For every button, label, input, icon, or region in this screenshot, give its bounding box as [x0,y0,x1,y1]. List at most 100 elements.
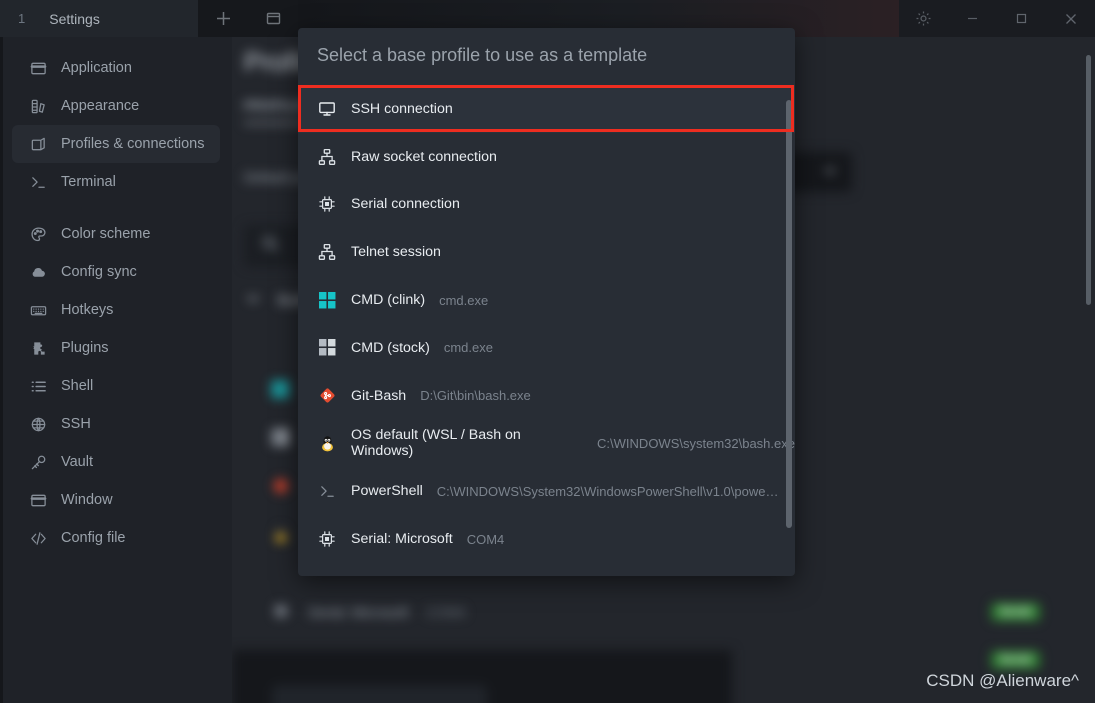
network-icon [317,243,337,261]
sidebar-item-label: Terminal [61,174,116,190]
globe-icon [30,416,47,433]
palette-icon [30,226,47,243]
sidebar-item-hotkeys[interactable]: Hotkeys [12,291,220,329]
option-desc: D:\Git\bin\bash.exe [420,388,531,403]
base-profile-option[interactable]: SSH connection [298,85,795,133]
window-controls [899,0,1095,37]
base-profile-option[interactable]: Serial: Microsoft COM4 [298,515,795,563]
keyboard-icon [30,302,47,319]
base-profile-option[interactable]: Serial connection [298,181,795,229]
sidebar-item-label: SSH [61,416,91,432]
option-desc: C:\WINDOWS\system32\bash.exe [597,436,795,451]
cloud-icon [30,264,47,281]
option-label: OS default (WSL / Bash on Windows) [351,427,583,459]
tux-icon [272,525,290,546]
sidebar-item-config-sync[interactable]: Config sync [12,253,220,291]
sidebar-item-shell[interactable]: Shell [12,367,220,405]
puzzle-icon [30,340,47,357]
option-label: Raw socket connection [351,149,497,165]
option-desc: COM4 [467,532,505,547]
sidebar-item-label: Config sync [61,264,137,280]
sidebar-item-label: Appearance [61,98,139,114]
sidebar-item-terminal[interactable]: Terminal [12,163,220,201]
palette-edit-icon [30,98,47,115]
option-label: Git-Bash [351,388,406,404]
tab-settings[interactable]: 1 Settings [0,0,198,37]
base-profile-list: SSH connection Raw socket connection Seria… [298,85,795,563]
sidebar-item-label: Color scheme [61,226,150,242]
base-profile-option[interactable]: CMD (stock)cmd.exe [298,324,795,372]
bottom-field[interactable] [272,685,487,703]
sidebar-divider [0,201,232,215]
sidebar-item-label: Plugins [61,340,109,356]
tab-index: 1 [18,11,25,26]
watermark: CSDN @Alienware^ [926,671,1079,691]
sidebar-item-appearance[interactable]: Appearance [12,87,220,125]
base-profile-option[interactable]: CMD (clink)cmd.exe [298,276,795,324]
app-window: Profiles PROFILES GROUPS Default profile… [0,0,1095,703]
option-label: SSH connection [351,101,453,117]
sidebar-item-vault[interactable]: Vault [12,443,220,481]
profile-name: Serial: Microsoft [308,604,408,620]
main-scrollbar[interactable] [1086,55,1091,305]
sidebar-item-label: Config file [61,530,125,546]
sidebar-item-label: Window [61,492,113,508]
sidebar-item-window[interactable]: Window [12,481,220,519]
table-row[interactable]: Serial: Microsoft COM4 Serial [272,588,1062,636]
monitor-icon [317,100,337,118]
sidebar-item-label: Shell [61,378,93,394]
sidebar-item-ssh[interactable]: SSH [12,405,220,443]
code-icon [30,530,47,547]
option-desc: cmd.exe [439,293,488,308]
base-profile-option[interactable]: Raw socket connection [298,133,795,181]
base-profile-option[interactable]: Git-Bash D:\Git\bin\bash.exe [298,372,795,420]
close-button[interactable] [1046,0,1095,37]
prompt-icon [317,483,337,500]
option-label: Serial: Microsoft [351,531,453,547]
chip-icon [317,530,337,548]
minimize-button[interactable] [948,0,997,37]
prompt-icon [30,174,47,191]
windows-gray-icon [317,339,337,356]
base-profile-option[interactable]: Telnet session [298,228,795,276]
sidebar-item-label: Profiles & connections [61,136,204,152]
settings-gear-button[interactable] [899,0,948,37]
key-icon [30,454,47,471]
sidebar-item-plugins[interactable]: Plugins [12,329,220,367]
option-desc: cmd.exe [444,340,493,355]
base-profile-option[interactable]: OS default (WSL / Bash on Windows) C:\WIN… [298,420,795,468]
copy-icon [30,136,47,153]
chip-icon [272,602,290,623]
option-label: PowerShell [351,483,423,499]
option-label: Telnet session [351,244,441,260]
sidebar-item-color-scheme[interactable]: Color scheme [12,215,220,253]
list-icon [30,378,47,395]
sidebar-edge [0,37,3,703]
chip-icon [317,195,337,213]
sidebar-item-label: Vault [61,454,93,470]
chevron-down-icon [244,289,262,311]
tux-icon [317,434,337,453]
status-badge: Serial [991,603,1040,621]
sidebar-item-label: Application [61,60,132,76]
new-tab-button[interactable] [198,0,248,37]
git-icon [272,477,290,498]
option-label: Serial connection [351,196,460,212]
option-desc: C:\WINDOWS\System32\WindowsPowerShell\v1… [437,484,779,499]
split-pane-button[interactable] [248,0,298,37]
modal-scrollbar[interactable] [786,100,792,528]
base-profile-option[interactable]: PowerShell C:\WINDOWS\System32\WindowsPow… [298,467,795,515]
profile-desc: COM4 [426,605,465,620]
search-icon [262,235,279,257]
base-profile-modal: Select a base profile to use as a templa… [298,28,795,576]
tab-label: Settings [49,11,100,27]
git-icon [317,386,337,405]
sidebar-item-application[interactable]: Application [12,49,220,87]
sidebar-item-profiles-connections[interactable]: Profiles & connections [12,125,220,163]
window-icon [30,60,47,77]
maximize-button[interactable] [997,0,1046,37]
status-badge: Serial [991,651,1040,669]
sidebar-item-config-file[interactable]: Config file [12,519,220,557]
sidebar: Application Appearance Profiles & connecti… [0,37,232,703]
windows-clink-icon [272,381,289,401]
